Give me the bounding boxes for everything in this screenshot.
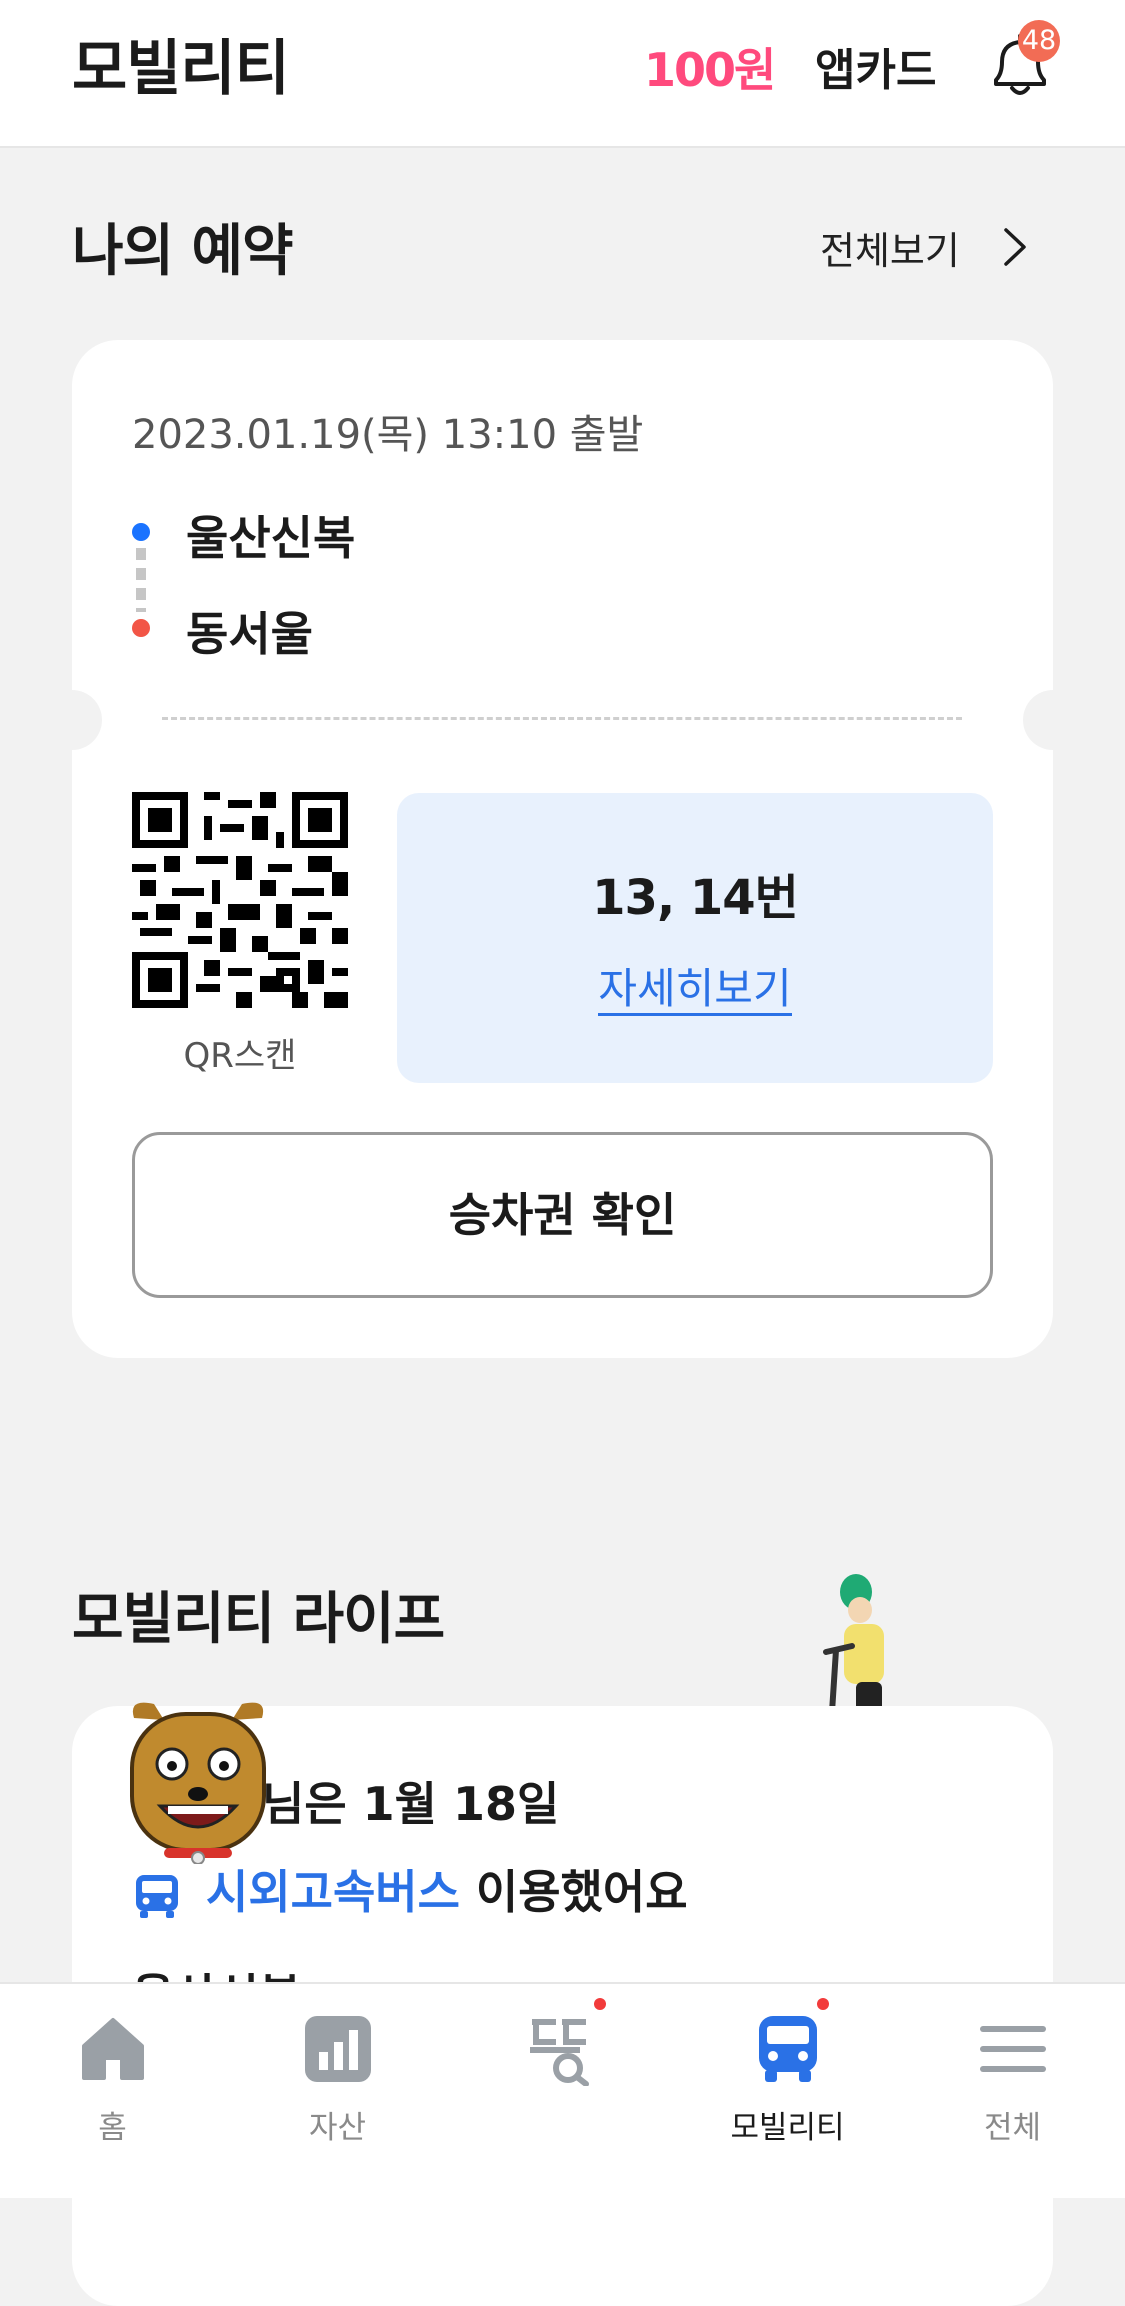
bottom-nav: 홈 자산 모빌리티 전체 <box>0 1982 1125 2198</box>
life-section-title: 모빌리티 라이프 <box>72 1587 445 1652</box>
reservation-section-title: 나의 예약 <box>72 219 294 284</box>
home-icon <box>82 2018 144 2080</box>
seat-detail-link[interactable]: 자세히보기 <box>598 964 792 1016</box>
nav-assets-label: 자산 <box>308 2110 367 2146</box>
appcard-button[interactable]: 앱카드 <box>815 34 936 98</box>
qr-code[interactable] <box>132 792 348 1008</box>
nav-all[interactable]: 전체 <box>900 1984 1125 2200</box>
nav-all-label: 전체 <box>983 2110 1042 2146</box>
ticket-notch-left <box>42 690 102 750</box>
view-all-link[interactable]: 전체보기 <box>820 220 960 275</box>
nav-home-label: 홈 <box>98 2110 127 2146</box>
ticket-perforation <box>162 717 962 720</box>
destination-dot <box>132 619 150 637</box>
seat-info-box <box>397 793 993 1083</box>
nav-mobility[interactable]: 모빌리티 <box>675 1984 900 2200</box>
seat-numbers: 13, 14번 <box>592 870 799 926</box>
menu-icon <box>980 2026 1046 2072</box>
bus-icon <box>136 1874 178 1918</box>
nav-mobility-dot <box>817 1998 829 2010</box>
ddaeng-search-icon <box>530 2019 589 2086</box>
life-usage-service: 시외고속버스 이용했어요 <box>132 1856 688 1922</box>
life-usage-date: 님은 1월 18일 <box>262 1777 560 1831</box>
ticket-check-button[interactable]: 승차권 확인 <box>132 1132 993 1298</box>
notification-badge: 48 <box>1018 20 1060 62</box>
service-suffix: 이용했어요 <box>459 1865 688 1919</box>
seat-detail-link-wrap[interactable]: 자세히보기 <box>397 955 993 1016</box>
nav-home[interactable]: 홈 <box>0 1984 225 2200</box>
origin-stop: 울산신복 <box>186 511 356 565</box>
route-line <box>136 548 146 612</box>
page-title: 모빌리티 <box>72 34 290 104</box>
nav-assets[interactable]: 자산 <box>225 1984 450 2200</box>
points-balance[interactable]: 100원 <box>644 34 776 100</box>
ticket-notch-right <box>1023 690 1083 750</box>
bus-icon <box>759 2016 817 2082</box>
chart-icon <box>305 2016 371 2082</box>
destination-stop: 동서울 <box>186 607 313 661</box>
app-header: 모빌리티 100원 앱카드 48 <box>0 0 1125 148</box>
kakao-dog-avatar <box>130 1702 266 1864</box>
qr-scan-label: QR스캔 <box>183 1036 297 1076</box>
nav-mobility-label: 모빌리티 <box>730 2110 845 2146</box>
chevron-right-icon[interactable] <box>1000 224 1030 270</box>
nav-ddaeng-dot <box>594 1998 606 2010</box>
nav-ddaeng[interactable] <box>450 1984 675 2200</box>
origin-dot <box>132 523 150 541</box>
departure-datetime: 2023.01.19(목) 13:10 출발 <box>132 412 644 458</box>
service-name: 시외고속버스 <box>206 1865 460 1919</box>
